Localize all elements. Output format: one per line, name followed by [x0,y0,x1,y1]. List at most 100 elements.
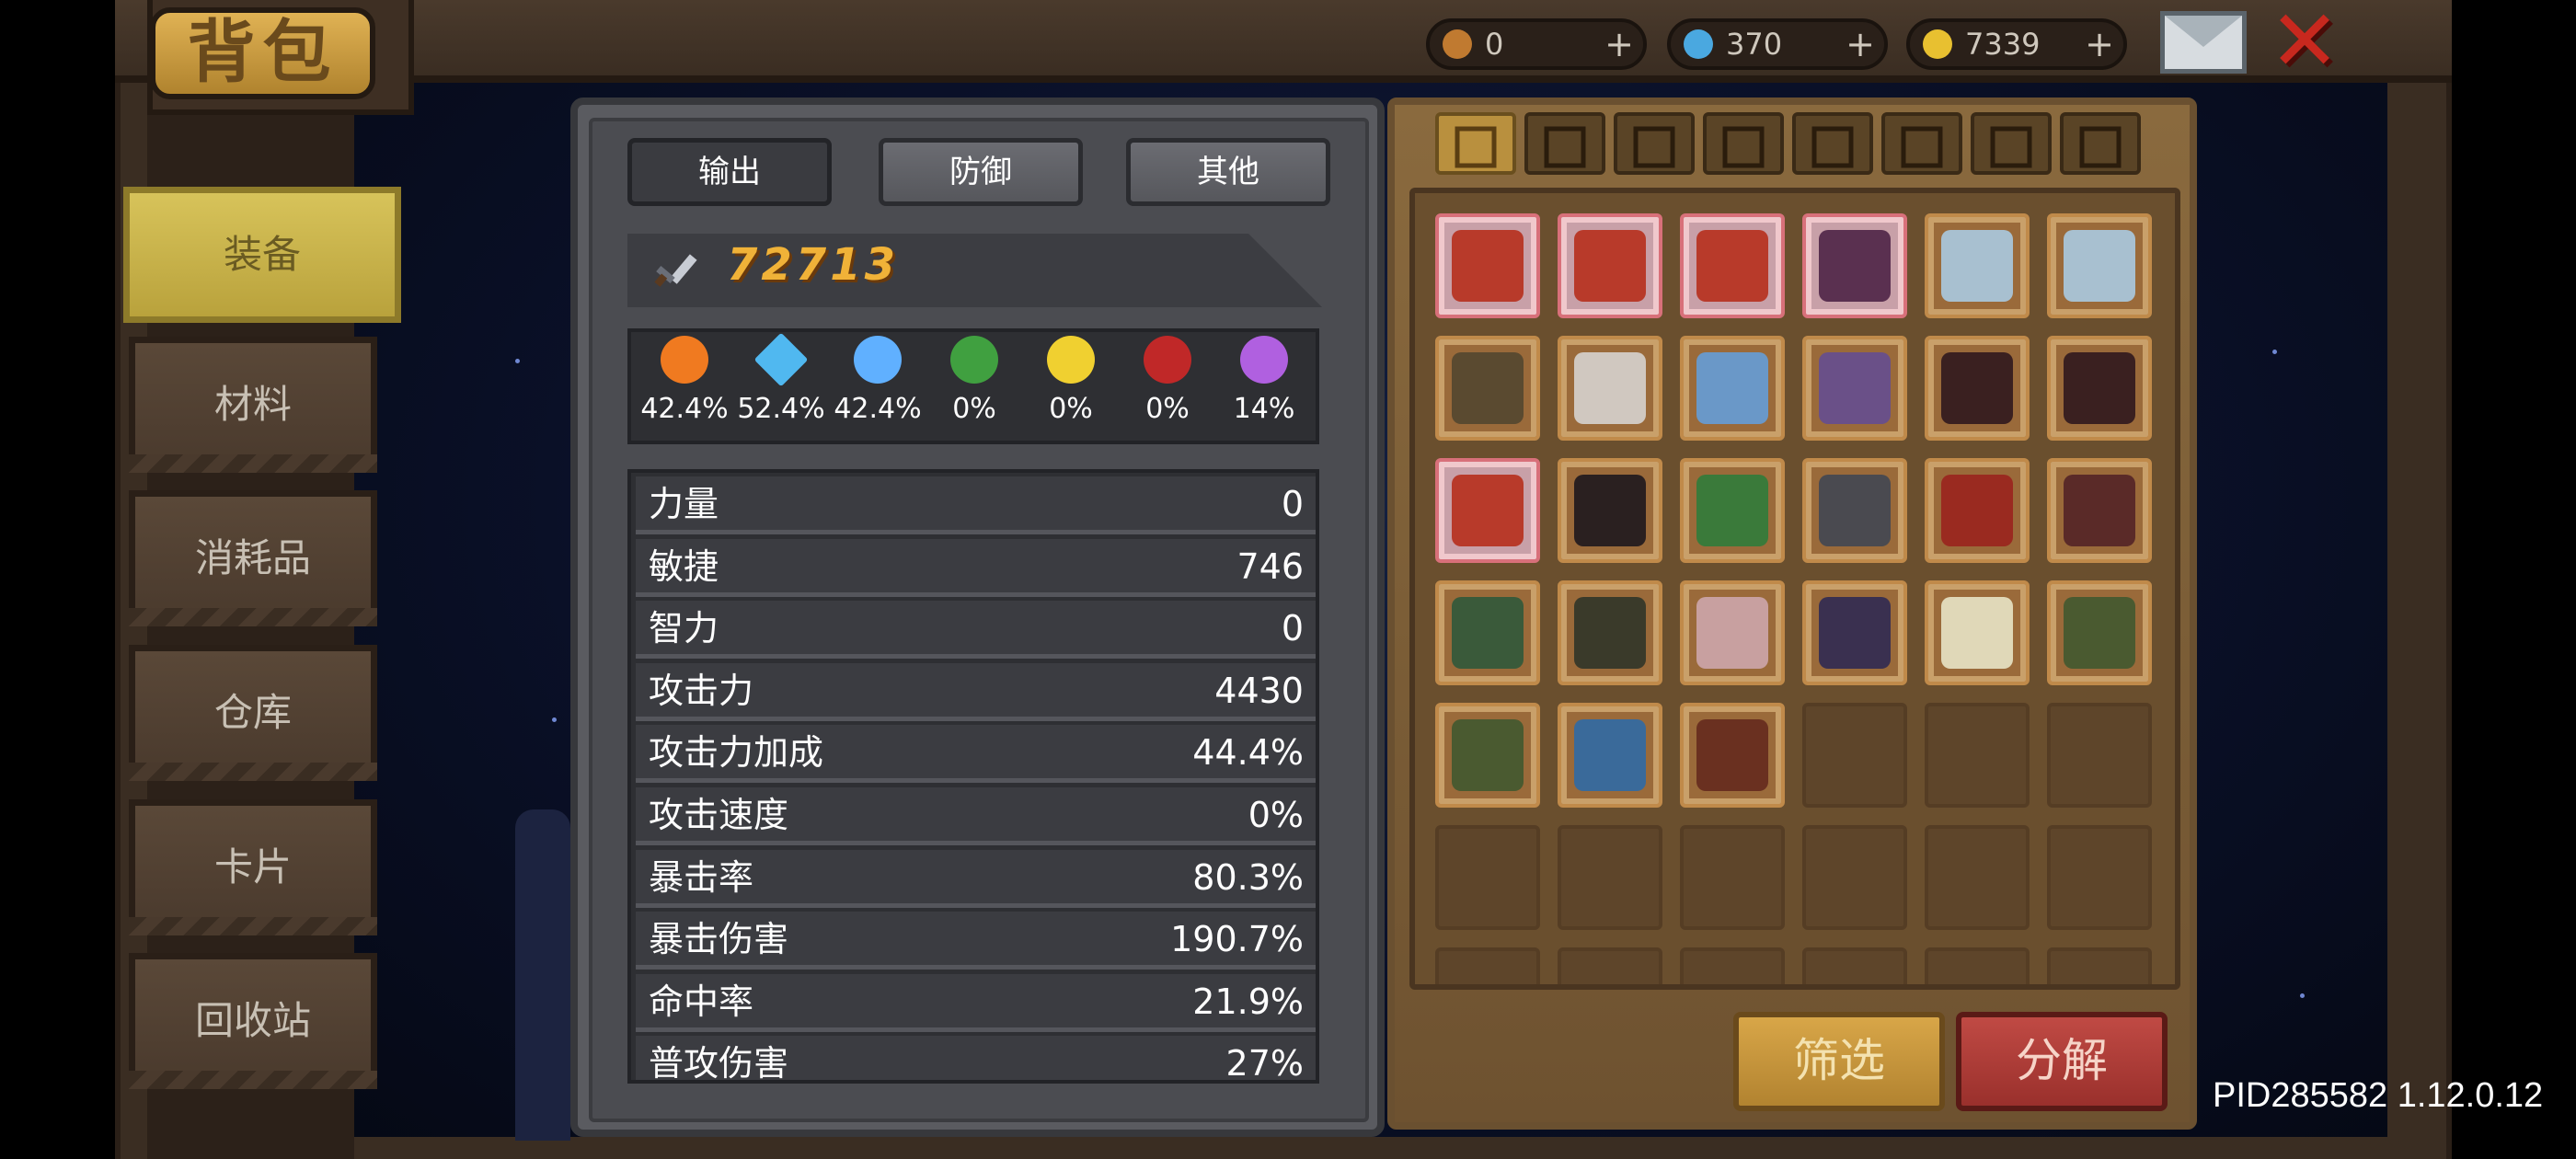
empty-inventory-slot[interactable] [1802,703,1907,808]
inventory-slot[interactable] [2047,213,2152,318]
inventory-slot[interactable] [1558,213,1662,318]
inventory-slot[interactable] [1802,213,1907,318]
currency-value: 7339 [1965,27,2041,62]
hood-icon [2064,597,2135,669]
inventory-slot[interactable] [2047,580,2152,685]
stat-label: 命中率 [649,981,754,1022]
purple-boots-icon [1819,352,1891,424]
inventory-grid[interactable] [1409,188,2180,990]
filter-button[interactable]: 筛选 [1733,1012,1945,1111]
element-value: 52.4% [737,393,825,425]
empty-inventory-slot[interactable] [1680,947,1785,984]
star [2300,993,2305,998]
inventory-slot[interactable] [1925,336,2030,441]
tab-0[interactable]: 输出 [627,138,832,206]
decompose-button[interactable]: 分解 [1956,1012,2168,1111]
sword-icon [654,254,697,287]
tab-1[interactable]: 防御 [879,138,1083,206]
sword-category-icon[interactable] [1524,112,1605,175]
helmet-category-icon[interactable] [1703,112,1784,175]
gear-category-icon[interactable] [2060,112,2141,175]
empty-inventory-slot[interactable] [1435,825,1540,930]
sidebar-item-3[interactable]: 仓库 [129,645,377,781]
sidebar-item-4[interactable]: 卡片 [129,799,377,935]
inventory-slot[interactable] [1802,580,1907,685]
element-stat: 14% [1218,336,1310,425]
key-icon [1443,29,1472,59]
lightning-icon [854,336,902,384]
sidebar-item-2[interactable]: 消耗品 [129,490,377,626]
empty-inventory-slot[interactable] [2047,947,2152,984]
element-value: 14% [1233,393,1295,425]
key-currency: 0 + [1426,18,1647,70]
boots-category-icon[interactable] [1792,112,1873,175]
inventory-slot[interactable] [1925,458,2030,563]
stat-row: 暴击伤害 190.7% [636,912,1316,970]
grid-all-icon[interactable] [1435,112,1516,175]
inventory-slot[interactable] [1925,213,2030,318]
inventory-slot[interactable] [1558,703,1662,808]
element-value: 0% [1145,393,1190,425]
empty-inventory-slot[interactable] [1925,947,2030,984]
stats-list[interactable]: 力量 0 敏捷 746 智力 0 攻击力 4430 攻击力加成 44.4% 攻击速度 0% 暴击率 80.… [627,469,1319,1084]
inventory-slot[interactable] [1558,458,1662,563]
ice-boots-icon [1696,352,1768,424]
ghost-cloak-icon [1941,230,2013,302]
sidebar-item-1[interactable]: 材料 [129,337,377,473]
dark-sword-icon [1819,230,1891,302]
sidebar-item-5[interactable]: 回收站 [129,953,377,1089]
inventory-slot[interactable] [1435,580,1540,685]
empty-inventory-slot[interactable] [1435,947,1540,984]
combat-power-value: 72713 [727,239,899,291]
inventory-slot[interactable] [1558,336,1662,441]
jewel-amulet-icon [1819,597,1891,669]
close-icon[interactable]: ✕ [2263,0,2346,84]
inventory-slot[interactable] [1680,703,1785,808]
armor-category-icon[interactable] [1614,112,1695,175]
inventory-slot[interactable] [1680,580,1785,685]
necklace-category-icon[interactable] [1881,112,1962,175]
empty-inventory-slot[interactable] [1925,825,2030,930]
inventory-slot[interactable] [2047,458,2152,563]
empty-inventory-slot[interactable] [1558,947,1662,984]
ring-category-icon[interactable] [1971,112,2052,175]
add-currency-button[interactable]: + [1604,22,1634,66]
inventory-slot[interactable] [1435,703,1540,808]
stat-value: 27% [1225,1043,1304,1084]
empty-inventory-slot[interactable] [1558,825,1662,930]
add-currency-button[interactable]: + [2085,22,2114,66]
empty-inventory-slot[interactable] [2047,825,2152,930]
stat-row: 力量 0 [636,476,1316,534]
inventory-slot[interactable] [1680,336,1785,441]
pink-ring-icon [1696,597,1768,669]
inventory-slot[interactable] [1925,580,2030,685]
empty-inventory-slot[interactable] [1680,825,1785,930]
empty-inventory-slot[interactable] [2047,703,2152,808]
gem-icon [1684,29,1713,59]
crossbow-icon [1452,475,1524,546]
inventory-slot[interactable] [1435,336,1540,441]
mail-icon[interactable] [2160,11,2247,74]
element-value: 42.4% [640,393,729,425]
inventory-slot[interactable] [1802,336,1907,441]
empty-inventory-slot[interactable] [1802,825,1907,930]
inventory-slot[interactable] [2047,336,2152,441]
stat-label: 力量 [649,484,719,524]
fire-icon [661,336,708,384]
sidebar-item-0[interactable]: 装备 [123,187,401,323]
inventory-slot[interactable] [1802,458,1907,563]
add-currency-button[interactable]: + [1846,22,1875,66]
crossbow-icon [1452,230,1524,302]
inventory-slot[interactable] [1435,213,1540,318]
empty-inventory-slot[interactable] [1802,947,1907,984]
inventory-slot[interactable] [1435,458,1540,563]
tab-2[interactable]: 其他 [1126,138,1330,206]
inventory-slot[interactable] [1558,580,1662,685]
stat-label: 暴击伤害 [649,919,789,960]
empty-inventory-slot[interactable] [1925,703,2030,808]
background-character-silhouette [515,809,570,1141]
inventory-slot[interactable] [1680,458,1785,563]
stat-label: 敏捷 [649,545,719,587]
stat-row: 普攻伤害 27% [636,1036,1316,1084]
inventory-slot[interactable] [1680,213,1785,318]
